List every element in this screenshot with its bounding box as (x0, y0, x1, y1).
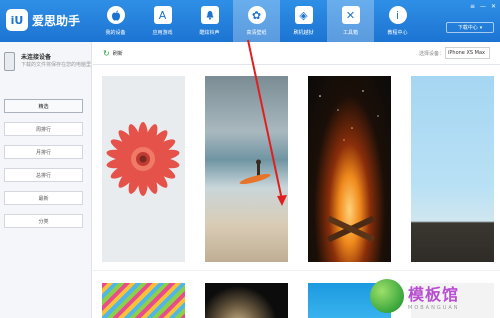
watermark-main: 模板馆 (408, 285, 460, 304)
watermark-logo (370, 279, 404, 313)
annotation-arrow (247, 39, 287, 206)
watermark: 模板馆 MOBANGUAN (370, 276, 494, 316)
watermark-sub: MOBANGUAN (408, 305, 460, 311)
